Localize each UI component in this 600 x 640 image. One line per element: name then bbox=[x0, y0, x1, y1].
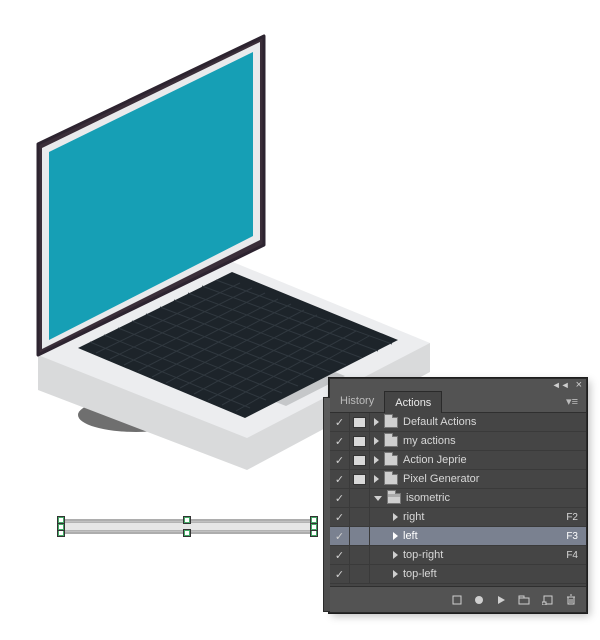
play-icon[interactable] bbox=[496, 587, 506, 612]
set-label: Action Jeprie bbox=[403, 454, 578, 466]
actions-tree: ✓ Default Actions ✓ my actions ✓ A bbox=[330, 413, 586, 586]
toggle-enabled[interactable]: ✓ bbox=[330, 527, 350, 545]
toggle-enabled[interactable]: ✓ bbox=[330, 451, 350, 469]
toggle-dialog[interactable] bbox=[350, 527, 370, 545]
toggle-enabled[interactable]: ✓ bbox=[330, 508, 350, 526]
disclosure-triangle-icon[interactable] bbox=[374, 496, 382, 501]
action-set-row[interactable]: ✓ Action Jeprie bbox=[330, 451, 586, 470]
transform-handle[interactable] bbox=[311, 524, 317, 530]
folder-icon bbox=[384, 474, 398, 485]
close-icon[interactable]: × bbox=[576, 380, 582, 391]
transform-handle[interactable] bbox=[58, 530, 64, 536]
actions-panel[interactable]: ◄◄ × History Actions ▾≡ ✓ Default Action… bbox=[329, 378, 587, 613]
action-row[interactable]: ✓ right F2 bbox=[330, 508, 586, 527]
toggle-dialog[interactable] bbox=[350, 489, 370, 507]
transform-handle[interactable] bbox=[311, 530, 317, 536]
stop-icon[interactable] bbox=[452, 587, 462, 612]
toggle-dialog[interactable] bbox=[350, 565, 370, 583]
disclosure-triangle-icon[interactable] bbox=[374, 475, 379, 483]
toggle-dialog[interactable] bbox=[350, 413, 370, 431]
toggle-dialog[interactable] bbox=[350, 470, 370, 488]
tab-actions[interactable]: Actions bbox=[384, 391, 442, 413]
action-shortcut: F3 bbox=[560, 531, 578, 542]
toggle-enabled[interactable]: ✓ bbox=[330, 470, 350, 488]
folder-icon bbox=[384, 436, 398, 447]
new-action-icon[interactable] bbox=[542, 587, 554, 612]
disclosure-triangle-icon[interactable] bbox=[374, 418, 379, 426]
disclosure-triangle-icon[interactable] bbox=[393, 513, 398, 521]
toggle-enabled[interactable]: ✓ bbox=[330, 489, 350, 507]
action-label: top-left bbox=[403, 568, 567, 580]
disclosure-triangle-icon[interactable] bbox=[393, 532, 398, 540]
action-row-selected[interactable]: ✓ left F3 bbox=[330, 527, 586, 546]
panel-menu-icon[interactable]: ▾≡ bbox=[558, 390, 586, 412]
set-label: isometric bbox=[406, 492, 578, 504]
disclosure-triangle-icon[interactable] bbox=[374, 456, 379, 464]
action-label: top-right bbox=[403, 549, 555, 561]
action-set-row[interactable]: ✓ Default Actions bbox=[330, 413, 586, 432]
tab-history[interactable]: History bbox=[330, 390, 384, 412]
collapse-icon[interactable]: ◄◄ bbox=[552, 381, 570, 390]
toggle-dialog[interactable] bbox=[350, 451, 370, 469]
set-label: Default Actions bbox=[403, 416, 578, 428]
toggle-enabled[interactable]: ✓ bbox=[330, 432, 350, 450]
toggle-enabled[interactable]: ✓ bbox=[330, 413, 350, 431]
action-shortcut: F4 bbox=[560, 550, 578, 561]
transform-handle[interactable] bbox=[184, 530, 190, 536]
action-row[interactable]: ✓ top-left bbox=[330, 565, 586, 584]
new-set-icon[interactable] bbox=[518, 587, 530, 612]
disclosure-triangle-icon[interactable] bbox=[393, 570, 398, 578]
folder-icon bbox=[384, 417, 398, 428]
action-set-row[interactable]: ✓ Pixel Generator bbox=[330, 470, 586, 489]
action-set-row-open[interactable]: ✓ isometric bbox=[330, 489, 586, 508]
transform-handle[interactable] bbox=[58, 517, 64, 523]
toggle-enabled[interactable]: ✓ bbox=[330, 546, 350, 564]
disclosure-triangle-icon[interactable] bbox=[374, 437, 379, 445]
transform-handle[interactable] bbox=[58, 524, 64, 530]
set-label: my actions bbox=[403, 435, 578, 447]
action-set-row[interactable]: ✓ my actions bbox=[330, 432, 586, 451]
transform-handle[interactable] bbox=[184, 517, 190, 523]
folder-icon bbox=[384, 455, 398, 466]
panel-drag-handle[interactable] bbox=[323, 397, 330, 612]
panel-footer bbox=[330, 586, 586, 612]
action-label: left bbox=[403, 530, 555, 542]
toggle-enabled[interactable]: ✓ bbox=[330, 565, 350, 583]
action-row[interactable]: ✓ top-right F4 bbox=[330, 546, 586, 565]
folder-open-icon bbox=[387, 493, 401, 504]
trash-icon[interactable] bbox=[566, 587, 576, 612]
transform-handle[interactable] bbox=[311, 517, 317, 523]
toggle-dialog[interactable] bbox=[350, 432, 370, 450]
action-shortcut: F2 bbox=[560, 512, 578, 523]
toggle-dialog[interactable] bbox=[350, 546, 370, 564]
disclosure-triangle-icon[interactable] bbox=[393, 551, 398, 559]
set-label: Pixel Generator bbox=[403, 473, 578, 485]
action-label: right bbox=[403, 511, 555, 523]
record-icon[interactable] bbox=[474, 587, 484, 612]
toggle-dialog[interactable] bbox=[350, 508, 370, 526]
panel-tabs: History Actions ▾≡ bbox=[330, 391, 586, 413]
